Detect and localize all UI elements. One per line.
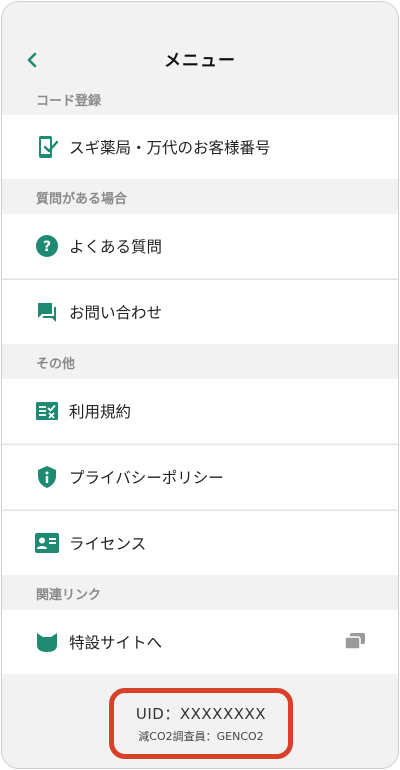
menu-item-label: プライバシーポリシー [69, 469, 224, 487]
menu-item-label: ライセンス [69, 535, 147, 553]
question-circle-icon: ? [35, 234, 59, 258]
uid-text: UID：XXXXXXXX [135, 705, 267, 723]
menu-item-privacy[interactable]: プライバシーポリシー [2, 445, 398, 509]
chat-bubble-icon [35, 300, 59, 324]
menu-item-label: 利用規約 [69, 403, 132, 421]
staff-text: 減CO2調査員：GENCO2 [138, 730, 264, 743]
menu-item-contact[interactable]: お問い合わせ [2, 280, 398, 344]
checklist-icon [35, 399, 59, 423]
cat-face-icon [35, 630, 59, 654]
id-card-icon [35, 531, 59, 555]
menu-item-label: よくある質問 [69, 238, 163, 256]
menu-item-label: スギ薬局・万代のお客様番号 [69, 139, 271, 157]
external-link-icon [344, 632, 366, 650]
phone-check-icon [35, 135, 59, 159]
section-others: その他 [2, 345, 398, 379]
menu-item-terms[interactable]: 利用規約 [2, 379, 398, 443]
section-questions: 質問がある場合 [2, 180, 398, 214]
footer: UID：XXXXXXXX 減CO2調査員：GENCO2 [2, 675, 398, 768]
section-related-links: 関連リンク [2, 576, 398, 610]
menu-item-special-site[interactable]: 特設サイトへ [2, 610, 398, 674]
menu-item-label: お問い合わせ [69, 304, 163, 322]
app-frame: メニュー コード登録 スギ薬局・万代のお客様番号 質問がある場合 ? よくある質… [1, 1, 399, 769]
menu-item-license[interactable]: ライセンス [2, 511, 398, 575]
menu-item-faq[interactable]: ? よくある質問 [2, 214, 398, 278]
header: メニュー [2, 2, 398, 88]
page-title: メニュー [164, 51, 236, 71]
section-code-registration: コード登録 [2, 82, 398, 116]
shield-info-icon [35, 465, 59, 489]
menu-item-member-number[interactable]: スギ薬局・万代のお客様番号 [2, 115, 398, 179]
menu-item-label: 特設サイトへ [69, 634, 163, 652]
svg-text:?: ? [43, 239, 51, 255]
uid-box: UID：XXXXXXXX 減CO2調査員：GENCO2 [109, 688, 293, 759]
